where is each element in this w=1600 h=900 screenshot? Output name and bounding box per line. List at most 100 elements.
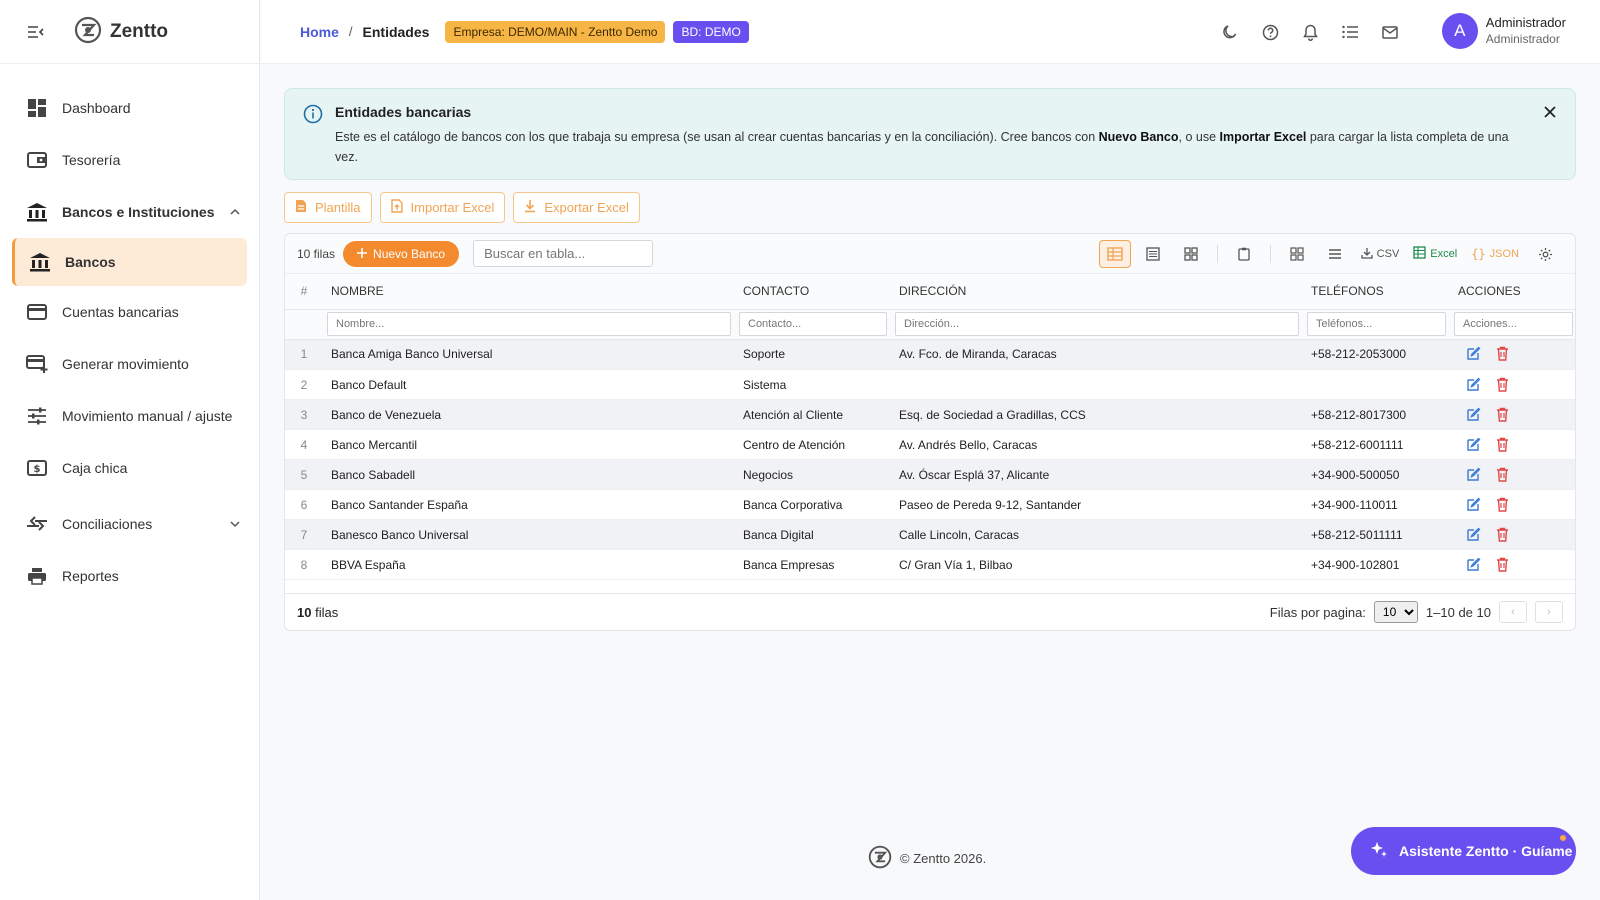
rows-per-page-select[interactable]: 10 (1373, 601, 1418, 623)
sidebar-group-bancos-instituciones[interactable]: Bancos e Instituciones (0, 186, 259, 238)
sidebar-item-cuentas-bancarias[interactable]: Cuentas bancarias (0, 286, 259, 338)
trash-icon[interactable] (1496, 497, 1512, 513)
assistant-label: Asistente Zentto · Guíame (1399, 843, 1573, 859)
export-excel-tool-button[interactable]: Excel (1409, 240, 1461, 268)
table-row[interactable]: 5 Banco Sabadell Negocios Av. Óscar Esplá 3… (285, 459, 1575, 490)
sidebar-item-dashboard[interactable]: Dashboard (0, 82, 259, 134)
edit-icon[interactable] (1466, 467, 1482, 483)
settings-gear-icon[interactable] (1529, 240, 1561, 268)
edit-icon[interactable] (1466, 346, 1482, 362)
trash-icon[interactable] (1496, 377, 1512, 393)
col-header-telefonos[interactable]: TELÉFONOS (1303, 274, 1450, 310)
sidebar-item-reportes[interactable]: Reportes (0, 550, 259, 602)
task-list-icon[interactable] (1340, 22, 1360, 42)
alert-text-1: Este es el catálogo de bancos con los qu… (335, 130, 1099, 144)
table-row[interactable]: 8 BBVA España Banca Empresas C/ Gran Vía 1,… (285, 549, 1575, 580)
edit-icon[interactable] (1466, 377, 1482, 393)
import-excel-label: Importar Excel (410, 200, 495, 215)
col-header-direccion[interactable]: DIRECCIÓN (891, 274, 1303, 310)
new-bank-label: Nuevo Banco (373, 246, 446, 261)
table-body-scroll[interactable]: 1 Banca Amiga Banco Universal Soporte Av. F… (285, 339, 1575, 588)
trash-icon[interactable] (1496, 467, 1512, 483)
filter-direccion-input[interactable] (895, 312, 1299, 336)
app-logo[interactable]: Zentto (74, 16, 168, 47)
col-header-nombre[interactable]: NOMBRE (323, 274, 735, 310)
mail-icon[interactable] (1380, 22, 1400, 42)
dark-mode-icon[interactable] (1220, 22, 1240, 42)
template-button[interactable]: Plantilla (284, 192, 372, 223)
grid-density-icon[interactable] (1281, 240, 1313, 268)
table-row[interactable]: 3 Banco de Venezuela Atención al Cliente Es… (285, 399, 1575, 430)
notifications-bell-icon[interactable] (1300, 22, 1320, 42)
table-row[interactable]: 1 Banca Amiga Banco Universal Soporte Av. F… (285, 339, 1575, 370)
cell-acciones (1450, 519, 1575, 550)
next-page-button[interactable]: › (1535, 601, 1563, 623)
filter-contacto-input[interactable] (739, 312, 887, 336)
app-name: Zentto (110, 20, 169, 42)
trash-icon[interactable] (1496, 346, 1512, 362)
trash-icon[interactable] (1496, 407, 1512, 423)
filter-acciones-input[interactable] (1454, 312, 1573, 336)
clipboard-icon[interactable] (1228, 240, 1260, 268)
table-row[interactable]: 6 Banco Santander España Banca Corporativa… (285, 489, 1575, 520)
sidebar-item-movimiento-manual[interactable]: Movimiento manual / ajuste (0, 390, 259, 442)
sparkle-icon (1369, 840, 1389, 863)
excel-label: Excel (1430, 248, 1458, 260)
cell-contacto: Atención al Cliente (735, 399, 891, 430)
filter-nombre-input[interactable] (327, 312, 731, 336)
toolbar-divider (1216, 245, 1218, 263)
sidebar-group-conciliaciones[interactable]: Conciliaciones (0, 498, 259, 550)
filter-telefonos-input[interactable] (1307, 312, 1446, 336)
cell-direccion: Av. Óscar Esplá 37, Alicante (891, 459, 1303, 490)
compare-arrows-icon (26, 513, 48, 535)
trash-icon[interactable] (1496, 527, 1512, 543)
page-footer: © Zentto 2026. (868, 845, 986, 872)
prev-page-button[interactable]: ‹ (1499, 601, 1527, 623)
avatar: A (1441, 13, 1478, 49)
user-menu[interactable]: A Administrador Administrador (1441, 13, 1566, 49)
table-row[interactable]: 2 Banco Default Sistema (285, 369, 1575, 400)
top-bar: Home / Entidades Empresa: DEMO/MAIN - Ze… (261, 0, 1600, 64)
breadcrumb-home-link[interactable]: Home (300, 24, 339, 40)
table-row[interactable]: 7 Banesco Banco Universal Banca Digital Cal… (285, 519, 1575, 550)
sidebar-item-tesoreria[interactable]: Tesorería (0, 134, 259, 186)
export-excel-button[interactable]: Exportar Excel (513, 192, 640, 223)
cell-telefono: +34-900-500050 (1303, 459, 1450, 490)
row-actions (1458, 437, 1575, 453)
close-icon[interactable] (1543, 105, 1559, 121)
table-row[interactable]: 4 Banco Mercantil Centro de Atención Av. An… (285, 429, 1575, 460)
sidebar-header: Zentto (0, 0, 259, 64)
assistant-button[interactable]: Asistente Zentto · Guíame (1351, 827, 1576, 875)
trash-icon[interactable] (1496, 437, 1512, 453)
cell-telefono (1303, 369, 1450, 400)
new-bank-button[interactable]: Nuevo Banco (343, 240, 460, 267)
bank-icon (26, 201, 48, 223)
database-badge[interactable]: BD: DEMO (673, 20, 749, 43)
trash-icon[interactable] (1496, 557, 1512, 573)
col-header-index[interactable]: # (285, 274, 323, 310)
sidebar-item-label: Conciliaciones (62, 516, 153, 532)
row-density-icon[interactable] (1319, 240, 1351, 268)
table-view-icon[interactable] (1098, 240, 1131, 268)
table-search-input[interactable] (473, 240, 654, 267)
import-excel-button[interactable]: Importar Excel (379, 192, 506, 223)
edit-icon[interactable] (1466, 497, 1482, 513)
menu-collapse-icon[interactable] (28, 23, 46, 41)
company-badge[interactable]: Empresa: DEMO/MAIN - Zentto Demo (445, 20, 666, 43)
edit-icon[interactable] (1466, 557, 1482, 573)
col-header-contacto[interactable]: CONTACTO (735, 274, 891, 310)
sidebar-item-generar-movimiento[interactable]: Generar movimiento (0, 338, 259, 390)
export-json-button[interactable]: {} JSON (1467, 240, 1523, 268)
help-icon[interactable] (1260, 22, 1280, 42)
edit-icon[interactable] (1466, 407, 1482, 423)
card-grid-view-icon[interactable] (1175, 240, 1207, 268)
sidebar-item-bancos[interactable]: Bancos (12, 238, 247, 286)
svg-text:$: $ (34, 464, 41, 475)
sidebar-item-caja-chica[interactable]: $ Caja chica (0, 442, 259, 494)
edit-icon[interactable] (1466, 437, 1482, 453)
export-csv-button[interactable]: CSV (1357, 240, 1404, 268)
list-view-icon[interactable] (1137, 240, 1169, 268)
sidebar-item-label: Bancos e Instituciones (62, 204, 215, 220)
row-actions (1458, 377, 1575, 393)
edit-icon[interactable] (1466, 527, 1482, 543)
